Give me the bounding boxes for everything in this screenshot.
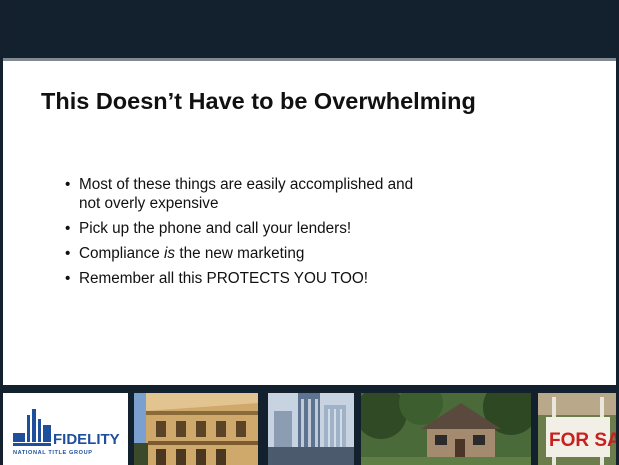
for-sale-sign-text: FOR SALE <box>549 430 616 451</box>
bullet-list: • Most of these things are easily accomp… <box>65 175 535 294</box>
bullet-marker: • <box>65 220 71 237</box>
bullet-text-emphasis: is <box>164 245 176 262</box>
bullet-text-line: not overly expensive <box>79 195 219 212</box>
bullet-item: • Most of these things are easily accomp… <box>65 175 535 213</box>
slide: This Doesn’t Have to be Overwhelming • M… <box>0 0 619 465</box>
bullet-item: • Compliance is the new marketing <box>65 244 535 263</box>
bullet-text: Pick up the phone and call your lenders! <box>79 220 352 237</box>
house-photo <box>361 393 531 465</box>
bullet-marker: • <box>65 270 71 287</box>
bullet-text: the new marketing <box>175 245 305 262</box>
bullet-text: Compliance <box>79 245 165 262</box>
bullet-text: Remember all this PROTECTS YOU TOO! <box>79 270 369 287</box>
building-photo <box>134 393 258 465</box>
bullet-item: • Remember all this PROTECTS YOU TOO! <box>65 269 535 288</box>
for-sale-sign-photo: FOR SALE <box>538 393 616 465</box>
bullet-marker: • <box>65 176 71 193</box>
bullet-text-line: Most of these things are easily accompli… <box>79 176 414 193</box>
top-header-band <box>3 0 616 61</box>
logo-subtitle: NATIONAL TITLE GROUP <box>13 450 93 456</box>
slide-title: This Doesn’t Have to be Overwhelming <box>41 88 476 114</box>
logo-name: FIDELITY <box>53 431 120 448</box>
fidelity-logo: FIDELITY NATIONAL TITLE GROUP <box>3 393 128 465</box>
bullet-item: • Pick up the phone and call your lender… <box>65 219 535 238</box>
bullet-marker: • <box>65 245 71 262</box>
skyscraper-photo <box>268 393 354 465</box>
fidelity-building-icon: FIDELITY NATIONAL TITLE GROUP <box>13 409 120 456</box>
